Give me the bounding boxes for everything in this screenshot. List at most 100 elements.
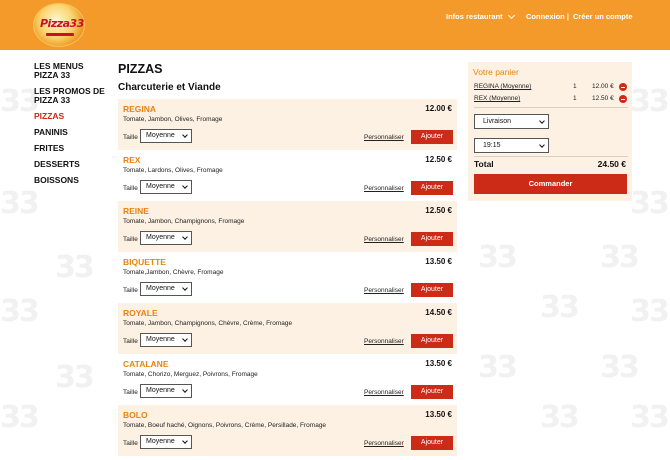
chevron-down-icon xyxy=(182,285,188,291)
chevron-down-icon xyxy=(182,438,188,444)
product-card: BOLO 13.50 € Tomate, Boeuf haché, Oignon… xyxy=(118,405,457,456)
sidebar-item-paninis[interactable]: PANINIS xyxy=(34,128,110,137)
cart-line-qty: 1 xyxy=(573,83,577,90)
add-to-cart-button[interactable]: Ajouter xyxy=(411,436,453,450)
product-card: CATALANE 13.50 € Tomate, Chorizo, Mergue… xyxy=(118,354,457,405)
size-label: Taille xyxy=(123,185,138,192)
product-name: CATALANE xyxy=(123,359,169,369)
add-to-cart-button[interactable]: Ajouter xyxy=(411,181,453,195)
customize-link[interactable]: Personnaliser xyxy=(364,185,404,192)
chevron-down-icon xyxy=(182,234,188,240)
chevron-down-icon xyxy=(539,118,545,124)
watermark-33: 33 xyxy=(0,294,40,329)
page-title: PIZZAS xyxy=(118,62,163,76)
add-to-cart-button[interactable]: Ajouter xyxy=(411,334,453,348)
watermark-33: 33 xyxy=(55,250,95,285)
customize-link[interactable]: Personnaliser xyxy=(364,440,404,447)
product-card: BIQUETTE 13.50 € Tomate,Jambon, Chèvre, … xyxy=(118,252,457,303)
add-to-cart-button[interactable]: Ajouter xyxy=(411,385,453,399)
cart-line: REX (Moyenne) 1 12.50 € xyxy=(474,95,628,105)
size-select[interactable]: Moyenne xyxy=(140,435,192,449)
watermark-33: 33 xyxy=(630,400,670,435)
chevron-down-icon xyxy=(539,142,545,148)
delivery-mode-select[interactable]: Livraison xyxy=(474,114,549,129)
remove-icon[interactable] xyxy=(619,95,627,103)
product-description: Tomate, Lardons, Olives, Fromage xyxy=(123,167,223,174)
size-select[interactable]: Moyenne xyxy=(140,231,192,245)
product-description: Tomate, Chorizo, Merguez, Poivrons, From… xyxy=(123,371,258,378)
infos-restaurant-label: Infos restaurant xyxy=(446,12,503,21)
product-card: ROYALE 14.50 € Tomate, Jambon, Champigno… xyxy=(118,303,457,354)
sidebar-item-boissons[interactable]: BOISSONS xyxy=(34,176,110,185)
pizza33-logo[interactable]: Pizza33 xyxy=(33,3,85,47)
product-price: 12.50 € xyxy=(425,206,452,215)
product-name: REX xyxy=(123,155,141,165)
add-to-cart-button[interactable]: Ajouter xyxy=(411,283,453,297)
watermark-33: 33 xyxy=(540,290,580,325)
size-select-value: Moyenne xyxy=(146,438,175,445)
order-button[interactable]: Commander xyxy=(474,174,627,194)
section-title: Charcuterie et Viande xyxy=(118,82,221,93)
customize-link[interactable]: Personnaliser xyxy=(364,134,404,141)
remove-icon[interactable] xyxy=(619,83,627,91)
cart-panel: Votre panier REGINA (Moyenne) 1 12.00 € … xyxy=(468,62,632,201)
size-select[interactable]: Moyenne xyxy=(140,384,192,398)
watermark-33: 33 xyxy=(55,360,95,395)
product-description: Tomate, Jambon, Champignons, Fromage xyxy=(123,218,245,225)
watermark-33: 33 xyxy=(0,400,40,435)
customize-link[interactable]: Personnaliser xyxy=(364,338,404,345)
size-select[interactable]: Moyenne xyxy=(140,282,192,296)
customize-link[interactable]: Personnaliser xyxy=(364,287,404,294)
product-name: REINE xyxy=(123,206,149,216)
sidebar-item-promos[interactable]: LES PROMOS DE PIZZA 33 xyxy=(34,87,110,105)
size-select[interactable]: Moyenne xyxy=(140,180,192,194)
size-select-value: Moyenne xyxy=(146,132,175,139)
account-links: Connexion | Créer un compte xyxy=(526,12,633,21)
size-label: Taille xyxy=(123,389,138,396)
cart-line-name[interactable]: REGINA (Moyenne) xyxy=(474,83,531,90)
site-header: Pizza33 Infos restaurant Connexion | Cré… xyxy=(0,0,670,50)
size-label: Taille xyxy=(123,440,138,447)
watermark-33: 33 xyxy=(540,400,580,435)
add-to-cart-button[interactable]: Ajouter xyxy=(411,232,453,246)
delivery-time-select[interactable]: 19:15 xyxy=(474,138,549,153)
product-name: BIQUETTE xyxy=(123,257,166,267)
divider xyxy=(474,107,628,108)
delivery-mode-value: Livraison xyxy=(483,118,512,125)
customize-link[interactable]: Personnaliser xyxy=(364,389,404,396)
products: REGINA 12.00 € Tomate, Jambon, Olives, F… xyxy=(118,99,457,456)
chevron-down-icon xyxy=(182,132,188,138)
product-card: REX 12.50 € Tomate, Lardons, Olives, Fro… xyxy=(118,150,457,201)
size-select-value: Moyenne xyxy=(146,387,175,394)
product-price: 12.50 € xyxy=(425,155,452,164)
watermark-33: 33 xyxy=(478,240,518,275)
login-link[interactable]: Connexion | xyxy=(526,12,569,21)
customize-link[interactable]: Personnaliser xyxy=(364,236,404,243)
sidebar-item-menus[interactable]: LES MENUS PIZZA 33 xyxy=(34,62,110,80)
add-to-cart-button[interactable]: Ajouter xyxy=(411,130,453,144)
sidebar-item-desserts[interactable]: DESSERTS xyxy=(34,160,110,169)
infos-restaurant-menu[interactable]: Infos restaurant xyxy=(446,11,515,21)
product-description: Tomate, Jambon, Olives, Fromage xyxy=(123,116,223,123)
cart-line-name[interactable]: REX (Moyenne) xyxy=(474,95,520,102)
cart-line-qty: 1 xyxy=(573,95,577,102)
register-link[interactable]: Créer un compte xyxy=(573,12,633,21)
total-label: Total xyxy=(474,159,494,169)
logo-underline xyxy=(46,33,74,36)
chevron-down-icon xyxy=(182,336,188,342)
cart-title: Votre panier xyxy=(473,67,519,77)
size-select-value: Moyenne xyxy=(146,285,175,292)
size-label: Taille xyxy=(123,287,138,294)
watermark-33: 33 xyxy=(600,350,640,385)
sidebar-item-pizzas[interactable]: PIZZAS xyxy=(34,112,110,121)
product-description: Tomate, Boeuf haché, Oignons, Poivrons, … xyxy=(123,422,327,429)
product-name: REGINA xyxy=(123,104,157,114)
category-sidebar: LES MENUS PIZZA 33 LES PROMOS DE PIZZA 3… xyxy=(34,62,110,192)
product-name: BOLO xyxy=(123,410,148,420)
chevron-down-icon xyxy=(182,387,188,393)
watermark-33: 33 xyxy=(0,186,40,221)
logo-text: Pizza33 xyxy=(40,17,84,30)
sidebar-item-frites[interactable]: FRITES xyxy=(34,144,110,153)
size-select[interactable]: Moyenne xyxy=(140,333,192,347)
size-select[interactable]: Moyenne xyxy=(140,129,192,143)
